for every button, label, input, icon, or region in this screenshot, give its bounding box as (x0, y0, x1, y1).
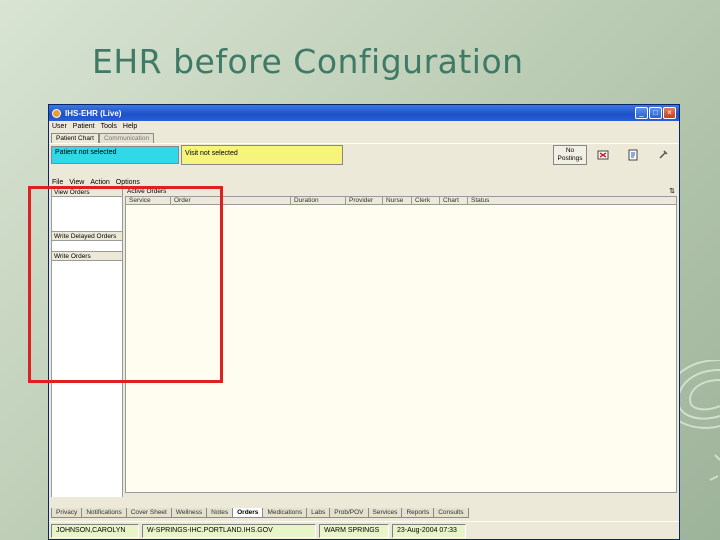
minimize-button[interactable]: _ (635, 107, 648, 119)
menu-patient[interactable]: Patient (73, 123, 95, 130)
visit-selector[interactable]: Visit not selected (181, 144, 343, 165)
orders-menu-action[interactable]: Action (90, 179, 109, 186)
tab-communication[interactable]: Communication (98, 133, 155, 143)
col-chart[interactable]: Chart (440, 197, 468, 204)
orders-menu-view[interactable]: View (69, 179, 84, 186)
document-icon[interactable] (619, 145, 647, 165)
highlight-box (28, 186, 223, 383)
tab-consults[interactable]: Consults (433, 508, 469, 518)
sort-icon[interactable]: ⇅ (669, 187, 675, 195)
col-duration[interactable]: Duration (291, 197, 346, 204)
top-tabs: Patient Chart Communication (49, 132, 679, 143)
status-site: WARM SPRINGS (319, 523, 389, 538)
app-icon (52, 108, 61, 118)
status-user: JOHNSON,CAROLYN (51, 523, 139, 538)
tab-notes[interactable]: Notes (206, 508, 234, 518)
menu-help[interactable]: Help (123, 123, 137, 130)
tab-prob-pov[interactable]: Prob/POV (329, 508, 369, 518)
tab-notifications[interactable]: Notifications (81, 508, 127, 518)
context-bar: Patient not selected Visit not selected … (49, 143, 679, 165)
tab-medications[interactable]: Medications (262, 508, 308, 518)
status-datetime: 23-Aug-2004 07:33 (392, 523, 466, 538)
tab-services[interactable]: Services (367, 508, 403, 518)
tab-reports[interactable]: Reports (401, 508, 435, 518)
col-status[interactable]: Status (468, 197, 676, 204)
col-nurse[interactable]: Nurse (383, 197, 412, 204)
col-clerk[interactable]: Clerk (412, 197, 440, 204)
menu-tools[interactable]: Tools (101, 123, 117, 130)
tab-labs[interactable]: Labs (306, 508, 331, 518)
window-title: IHS-EHR (Live) (65, 108, 122, 118)
status-server: W-SPRINGS-IHC.PORTLAND.IHS.GOV (142, 523, 316, 538)
tab-cover-sheet[interactable]: Cover Sheet (125, 508, 172, 518)
postings-button[interactable]: No Postings (553, 144, 587, 165)
statusbar: JOHNSON,CAROLYN W-SPRINGS-IHC.PORTLAND.I… (49, 521, 679, 539)
slide-title: EHR before Configuration (92, 42, 524, 81)
postings-line2: Postings (557, 154, 583, 162)
tab-privacy[interactable]: Privacy (51, 508, 83, 518)
orders-menu-file[interactable]: File (52, 179, 63, 186)
col-provider[interactable]: Provider (346, 197, 383, 204)
orders-menu-options[interactable]: Options (116, 179, 140, 186)
patient-selector[interactable]: Patient not selected (51, 145, 179, 164)
tab-wellness[interactable]: Wellness (170, 508, 208, 518)
postings-line1: No (565, 146, 575, 154)
window-titlebar[interactable]: IHS-EHR (Live) _ □ × (49, 105, 679, 121)
notifications-icon[interactable] (589, 145, 617, 165)
main-menubar: User Patient Tools Help (49, 121, 679, 132)
close-button[interactable]: × (663, 107, 676, 119)
maximize-button[interactable]: □ (649, 107, 662, 119)
tools-icon[interactable] (649, 145, 677, 165)
menu-user[interactable]: User (52, 123, 67, 130)
chart-tabs: Privacy Notifications Cover Sheet Wellne… (51, 507, 469, 518)
tab-patient-chart[interactable]: Patient Chart (51, 133, 99, 143)
tab-orders[interactable]: Orders (232, 508, 264, 518)
